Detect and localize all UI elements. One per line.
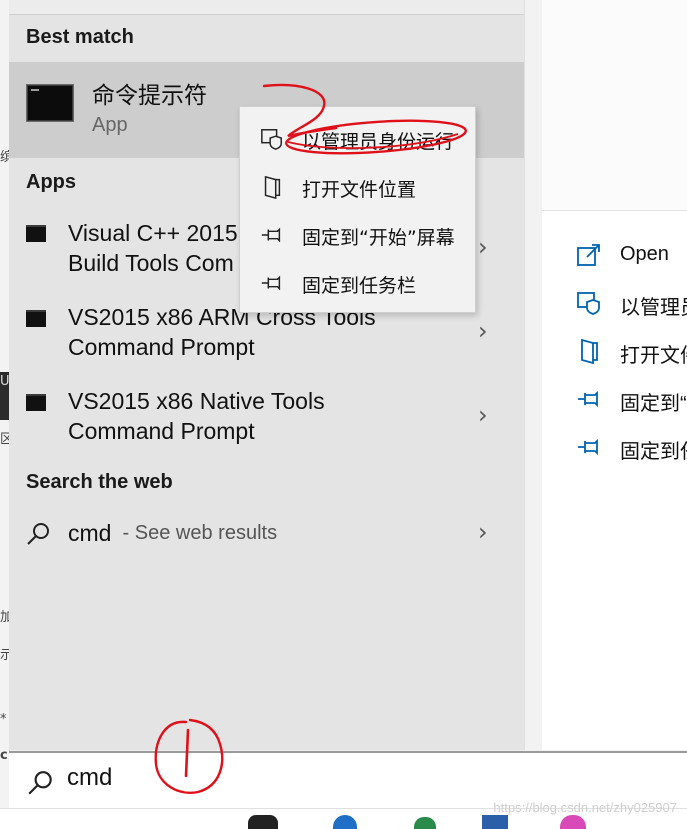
- file-location-icon: [581, 338, 598, 364]
- best-match-app-type: App: [92, 114, 128, 136]
- chevron-right-icon[interactable]: ›: [478, 233, 488, 261]
- shield-icon: [577, 292, 600, 315]
- menu-item-pin-to-taskbar[interactable]: 固定到任务栏: [240, 259, 475, 307]
- action-label: 固定到“: [620, 393, 687, 415]
- menu-item-pin-to-start[interactable]: 固定到“开始”屏幕: [240, 211, 475, 259]
- menu-item-label: 打开文件位置: [302, 179, 417, 201]
- taskbar-app-icon[interactable]: [333, 815, 357, 829]
- background-text: *: [0, 712, 7, 727]
- chevron-right-icon[interactable]: ›: [478, 317, 488, 345]
- app-result-line2: Command Prompt: [68, 418, 255, 444]
- pin-icon: [578, 390, 598, 408]
- background-text: U: [0, 374, 9, 389]
- app-result-line1: Visual C++ 2015: [68, 220, 238, 246]
- action-label: 固定到任: [620, 441, 687, 463]
- chevron-right-icon[interactable]: ›: [478, 401, 488, 429]
- action-open[interactable]: Open: [576, 237, 687, 277]
- action-label: 以管理员: [620, 297, 687, 319]
- watermark: https://blog.csdn.net/zhy025907: [493, 800, 677, 815]
- web-search-result[interactable]: cmd - See web results: [9, 510, 524, 556]
- action-label: 打开文件: [620, 345, 687, 367]
- web-search-query: cmd: [68, 520, 112, 546]
- app-result-line2: Build Tools Com: [68, 250, 234, 276]
- menu-item-label: 固定到任务栏: [302, 275, 417, 297]
- command-prompt-icon: [26, 225, 46, 242]
- app-result-item[interactable]: VS2015 x86 Native Tools Command Prompt: [9, 381, 524, 453]
- taskbar-app-icon[interactable]: [248, 815, 278, 829]
- search-web-heading: Search the web: [26, 471, 173, 493]
- best-match-app-name: 命令提示符: [92, 83, 207, 109]
- background-dark-block: U: [0, 372, 9, 420]
- details-panel: [524, 0, 687, 750]
- action-open-file-location[interactable]: 打开文件: [576, 333, 687, 373]
- command-prompt-icon: [26, 84, 74, 122]
- menu-item-open-file-location[interactable]: 打开文件位置: [240, 163, 475, 211]
- taskbar-app-icon[interactable]: [560, 815, 586, 829]
- chevron-right-icon[interactable]: ›: [478, 518, 488, 546]
- action-pin-to-start[interactable]: 固定到“: [576, 381, 687, 421]
- annotation-step1-mark: [154, 718, 224, 794]
- best-match-heading: Best match: [26, 26, 134, 48]
- action-label: Open: [620, 243, 669, 265]
- taskbar-app-icon[interactable]: [414, 817, 436, 829]
- search-input[interactable]: cmd: [67, 764, 112, 792]
- search-icon: [28, 771, 52, 795]
- background-text: 加: [0, 610, 9, 625]
- open-icon: [577, 244, 600, 266]
- command-prompt-icon: [26, 310, 46, 327]
- pin-icon: [261, 227, 281, 243]
- menu-item-label: 固定到“开始”屏幕: [302, 227, 455, 249]
- apps-heading: Apps: [26, 171, 76, 193]
- pin-icon: [261, 275, 281, 291]
- action-pin-to-taskbar[interactable]: 固定到任: [576, 429, 687, 469]
- panel-top-edge: [9, 0, 524, 15]
- search-icon: [27, 523, 49, 545]
- annotation-step2-mark: [262, 83, 467, 155]
- web-search-suffix: - See web results: [117, 522, 278, 544]
- background-text: 区: [0, 432, 9, 447]
- background-text: c: [0, 748, 8, 763]
- taskbar-app-icon[interactable]: [482, 815, 508, 829]
- app-result-line2: Command Prompt: [68, 334, 255, 360]
- background-text: 缤: [0, 150, 9, 165]
- background-text: 示: [0, 648, 9, 663]
- command-prompt-icon: [26, 394, 46, 411]
- app-result-line1: VS2015 x86 Native Tools: [68, 388, 325, 414]
- details-header-area: [542, 0, 687, 211]
- action-run-as-admin[interactable]: 以管理员: [576, 285, 687, 325]
- file-location-icon: [264, 175, 281, 199]
- pin-icon: [578, 438, 598, 456]
